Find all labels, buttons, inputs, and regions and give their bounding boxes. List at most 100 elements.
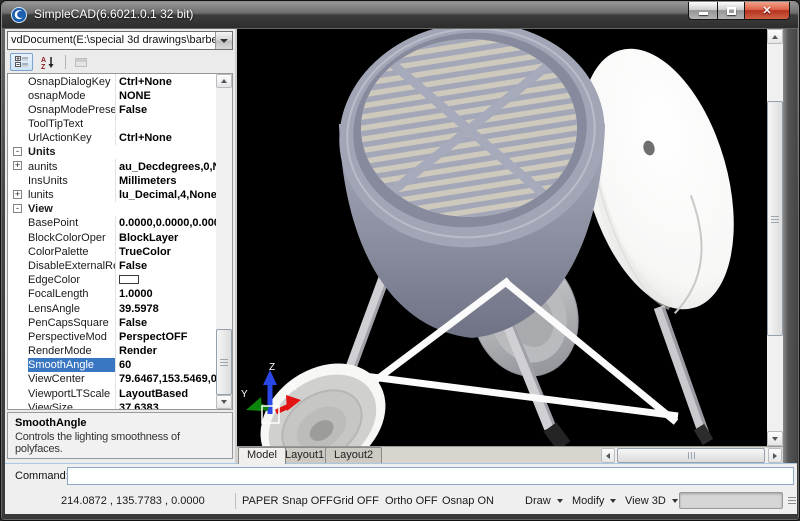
property-name: DisableExternalRefer xyxy=(28,258,115,272)
alphabetical-sort-button[interactable]: A Z xyxy=(36,53,59,71)
property-row-OsnapDialogKey[interactable]: OsnapDialogKeyCtrl+None xyxy=(8,74,216,88)
menu-draw[interactable]: Draw xyxy=(525,495,563,507)
property-value[interactable]: PerspectOFF xyxy=(115,329,216,343)
viewport-hscrollbar[interactable] xyxy=(601,448,782,463)
property-row-OsnapModePreserve[interactable]: OsnapModePreserveFalse xyxy=(8,102,216,116)
property-name: BlockColorOper xyxy=(28,230,115,244)
property-value[interactable]: False xyxy=(115,315,216,329)
property-name: ViewCenter xyxy=(28,372,115,386)
expand-icon[interactable]: + xyxy=(13,190,22,199)
property-row-Units[interactable]: -Units xyxy=(8,145,216,159)
property-row-View[interactable]: -View xyxy=(8,202,216,216)
maximize-button[interactable] xyxy=(717,2,745,20)
scroll-down-icon[interactable] xyxy=(767,431,783,446)
status-toggle-grid-off[interactable]: Grid OFF xyxy=(333,495,379,507)
viewport-canvas[interactable]: Z X Y xyxy=(237,29,767,446)
viewport-vscrollbar[interactable] xyxy=(767,29,783,446)
property-row-UrlActionKey[interactable]: UrlActionKeyCtrl+None xyxy=(8,131,216,145)
property-value[interactable]: Render xyxy=(115,344,216,358)
chevron-down-icon[interactable] xyxy=(215,32,232,49)
property-value[interactable]: BlockLayer xyxy=(115,230,216,244)
cursor-coordinates: 214.0872 , 135.7783 , 0.0000 xyxy=(61,495,205,507)
property-value[interactable]: False xyxy=(115,258,216,272)
command-input[interactable] xyxy=(67,467,794,485)
az-sort-icon: A Z xyxy=(41,56,55,69)
menu-view-3d[interactable]: View 3D xyxy=(625,495,678,507)
scroll-left-icon[interactable] xyxy=(601,448,615,463)
property-row-DisableExternalRefer[interactable]: DisableExternalReferFalse xyxy=(8,258,216,272)
property-value[interactable]: 37.6383 xyxy=(115,400,216,410)
scroll-down-icon[interactable] xyxy=(216,395,232,409)
property-value[interactable]: 1.0000 xyxy=(115,287,216,301)
property-value[interactable]: False xyxy=(115,102,216,116)
property-value[interactable]: au_Decdegrees,0,None xyxy=(115,159,216,173)
scroll-up-icon[interactable] xyxy=(216,74,232,88)
property-grid-scrollbar[interactable] xyxy=(216,74,232,409)
scrollbar-thumb[interactable] xyxy=(617,448,765,463)
status-toggle-ortho-off[interactable]: Ortho OFF xyxy=(385,495,438,507)
tab-model[interactable]: Model xyxy=(238,447,286,464)
tab-layout2[interactable]: Layout2 xyxy=(325,447,382,463)
property-row-SmoothAngle[interactable]: SmoothAngle60 xyxy=(8,358,216,372)
property-value[interactable]: LayoutBased xyxy=(115,386,216,400)
row-gutter xyxy=(8,131,28,145)
expand-icon[interactable]: + xyxy=(13,161,22,170)
property-row-aunits[interactable]: +aunitsau_Decdegrees,0,None xyxy=(8,159,216,173)
property-value[interactable] xyxy=(115,117,216,131)
property-value[interactable]: 60 xyxy=(115,358,216,372)
property-row-FocalLength[interactable]: FocalLength1.0000 xyxy=(8,287,216,301)
property-pages-button[interactable] xyxy=(69,53,92,71)
property-value[interactable]: lu_Decimal,4,None xyxy=(115,188,216,202)
scrollbar-thumb[interactable] xyxy=(216,329,232,395)
collapse-icon[interactable]: - xyxy=(13,147,22,156)
title-bar[interactable]: SimpleCAD(6.6021.0.1 32 bit) ✕ xyxy=(2,2,798,28)
property-value[interactable]: 79.6467,153.5469,0.0000 xyxy=(115,372,216,386)
categorized-view-button[interactable] xyxy=(10,53,33,71)
status-toggle-paper[interactable]: PAPER xyxy=(242,495,278,507)
property-name: View xyxy=(28,202,198,216)
property-row-PenCapsSquare[interactable]: PenCapsSquareFalse xyxy=(8,315,216,329)
property-row-ColorPalette[interactable]: ColorPaletteTrueColor xyxy=(8,244,216,258)
property-row-PerspectiveMod[interactable]: PerspectiveModPerspectOFF xyxy=(8,329,216,343)
property-row-BasePoint[interactable]: BasePoint0.0000,0.0000,0.0000 xyxy=(8,216,216,230)
menu-modify[interactable]: Modify xyxy=(572,495,616,507)
row-gutter xyxy=(8,117,28,131)
window-frame-right xyxy=(783,29,797,463)
color-swatch[interactable] xyxy=(119,275,139,284)
property-grid-toolbar: A Z xyxy=(7,52,233,72)
property-name: SmoothAngle xyxy=(28,358,115,372)
property-value[interactable]: TrueColor xyxy=(115,244,216,258)
property-row-ViewCenter[interactable]: ViewCenter79.6467,153.5469,0.0000 xyxy=(8,372,216,386)
description-title: SmoothAngle xyxy=(15,417,225,429)
property-value[interactable] xyxy=(115,273,216,287)
property-value[interactable]: Ctrl+None xyxy=(115,131,216,145)
collapse-icon[interactable]: - xyxy=(13,204,22,213)
property-row-ToolTipText[interactable]: ToolTipText xyxy=(8,117,216,131)
property-row-ViewSize[interactable]: ViewSize37.6383 xyxy=(8,400,216,410)
scroll-right-icon[interactable] xyxy=(768,448,782,463)
property-value[interactable]: Millimeters xyxy=(115,173,216,187)
minimize-button[interactable] xyxy=(688,2,718,20)
document-selector[interactable]: vdDocument(E:\special 3d drawings\barbec… xyxy=(7,31,233,50)
property-value[interactable]: 39.5978 xyxy=(115,301,216,315)
property-row-LensAngle[interactable]: LensAngle39.5978 xyxy=(8,301,216,315)
close-button[interactable]: ✕ xyxy=(744,2,790,20)
property-row-RenderMode[interactable]: RenderModeRender xyxy=(8,344,216,358)
scrollbar-thumb[interactable] xyxy=(767,101,783,336)
scroll-up-icon[interactable] xyxy=(767,29,783,44)
property-value[interactable]: 0.0000,0.0000,0.0000 xyxy=(115,216,216,230)
property-value[interactable]: NONE xyxy=(115,88,216,102)
property-name: PenCapsSquare xyxy=(28,315,115,329)
property-grid: OsnapDialogKeyCtrl+NoneosnapModeNONEOsna… xyxy=(7,73,233,410)
status-toggle-snap-off[interactable]: Snap OFF xyxy=(282,495,333,507)
property-row-ViewportLTScale[interactable]: ViewportLTScaleLayoutBased xyxy=(8,386,216,400)
property-row-InsUnits[interactable]: InsUnitsMillimeters xyxy=(8,173,216,187)
status-toggle-osnap-on[interactable]: Osnap ON xyxy=(442,495,494,507)
property-row-EdgeColor[interactable]: EdgeColor xyxy=(8,273,216,287)
property-value[interactable]: Ctrl+None xyxy=(115,74,216,88)
property-row-osnapMode[interactable]: osnapModeNONE xyxy=(8,88,216,102)
property-row-lunits[interactable]: +lunitslu_Decimal,4,None xyxy=(8,188,216,202)
property-name: OsnapModePreserve xyxy=(28,102,115,116)
document-selector-value: vdDocument(E:\special 3d drawings\barbec… xyxy=(8,32,215,49)
property-row-BlockColorOper[interactable]: BlockColorOperBlockLayer xyxy=(8,230,216,244)
